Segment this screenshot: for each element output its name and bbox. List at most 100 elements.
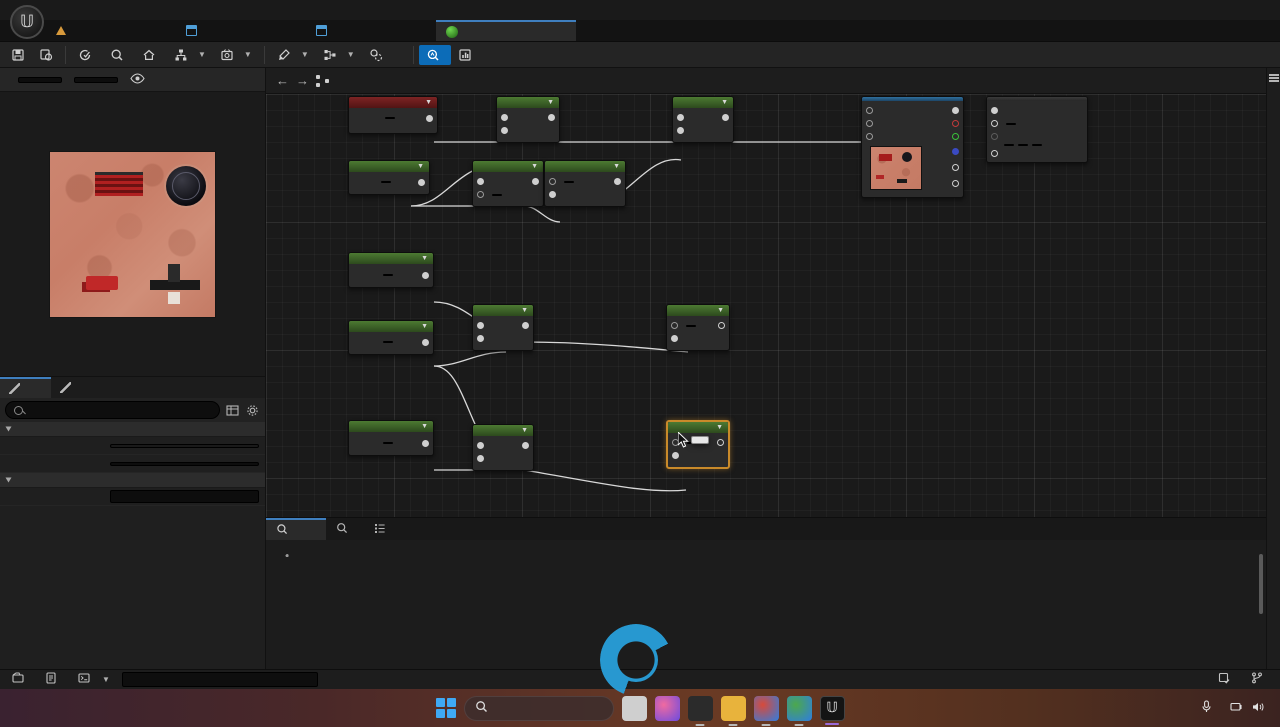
input-pin[interactable] <box>677 127 684 134</box>
node-add-top[interactable]: ▼ <box>672 96 734 143</box>
input-pin[interactable] <box>671 335 678 342</box>
toolbar-overflow-button[interactable] <box>394 52 408 58</box>
preview-y-input[interactable] <box>74 76 118 83</box>
palette-strip[interactable] <box>1266 68 1280 669</box>
taskbar-app-explorer[interactable] <box>720 695 746 726</box>
input-pin[interactable] <box>477 335 484 342</box>
apply-button[interactable] <box>71 45 103 65</box>
tab-parameters[interactable] <box>51 377 85 398</box>
input-pin[interactable] <box>671 322 678 329</box>
texture-thumbnail[interactable] <box>870 146 922 190</box>
section-header[interactable] <box>0 473 265 488</box>
taskbar-app-chrome-1[interactable] <box>753 695 779 726</box>
output-pin[interactable] <box>952 107 959 114</box>
value-input[interactable] <box>380 181 391 183</box>
material-preview-viewport[interactable] <box>0 92 265 376</box>
output-pin[interactable] <box>422 439 429 447</box>
menu-file[interactable] <box>44 8 62 12</box>
output-pin[interactable] <box>426 114 433 122</box>
output-pin[interactable] <box>548 114 555 121</box>
node-param-y[interactable]: ▼ <box>348 252 434 288</box>
input-pin[interactable] <box>672 452 679 459</box>
chevron-down-icon[interactable]: ▼ <box>613 163 620 170</box>
hierarchy-button[interactable]: ▼ <box>167 45 213 65</box>
eye-icon[interactable] <box>130 72 145 87</box>
node-header[interactable]: ▼ <box>349 161 429 172</box>
node-multiply[interactable]: ▼ <box>496 96 560 143</box>
output-pin[interactable] <box>422 338 429 346</box>
node-expand-icon[interactable] <box>866 191 959 192</box>
node-subtract-05[interactable]: ▼ <box>544 160 626 207</box>
taskbar-app-epic[interactable] <box>687 695 713 726</box>
opacity-input[interactable] <box>1006 122 1016 125</box>
output-log-button[interactable] <box>37 670 70 689</box>
node-header[interactable]: ▼ <box>473 425 533 436</box>
chevron-down-icon[interactable]: ▼ <box>421 423 428 430</box>
platform-stats-button[interactable] <box>451 45 483 65</box>
chevron-down-icon[interactable]: ▼ <box>421 323 428 330</box>
node-header[interactable]: ▼ <box>473 161 543 172</box>
output-pin[interactable] <box>952 179 959 187</box>
material-graph-canvas[interactable]: ▼ ▼ ▼ ▼ ▼ ▼ ▼ ▼ ▼ ▼ ▼ ▼ ▼ <box>266 94 1266 517</box>
console-command-input[interactable] <box>121 672 318 687</box>
cmd-button[interactable]: ▼ <box>70 670 118 689</box>
divide-b-input[interactable] <box>492 193 502 196</box>
node-divide-bottom[interactable]: ▼ <box>472 424 534 471</box>
coordinate-index-input[interactable] <box>384 117 395 119</box>
tab-ui[interactable] <box>306 20 436 41</box>
arrow-left-icon[interactable]: ← <box>276 73 289 88</box>
input-pin[interactable] <box>991 107 998 114</box>
input-pin[interactable] <box>477 322 484 329</box>
node-add-mid[interactable]: ▼ <box>666 304 730 351</box>
arrow-right-icon[interactable]: → <box>296 73 309 88</box>
menu-edit[interactable] <box>62 8 80 12</box>
section-header[interactable] <box>0 422 265 437</box>
input-pin[interactable] <box>501 114 508 121</box>
save-button[interactable] <box>4 45 32 65</box>
preview-state-button[interactable]: ▼ <box>316 45 362 65</box>
menu-asset[interactable] <box>80 8 98 12</box>
input-pin[interactable] <box>677 114 684 121</box>
gear-icon[interactable] <box>244 402 260 418</box>
output-pin[interactable] <box>532 178 539 185</box>
menu-window[interactable] <box>98 8 116 12</box>
node-param-x[interactable]: ▼ <box>348 420 434 456</box>
node-divide-2[interactable]: ▼ <box>472 160 544 207</box>
chevron-down-icon[interactable]: ▼ <box>417 163 424 170</box>
taskbar-app-taskview[interactable] <box>621 695 647 721</box>
node-header[interactable]: ▼ <box>668 422 728 433</box>
start-button[interactable] <box>435 698 456 718</box>
chevron-down-icon[interactable]: ▼ <box>721 99 728 106</box>
all-saved-button[interactable] <box>1210 670 1243 689</box>
maximize-button[interactable] <box>1220 0 1250 20</box>
chevron-down-icon[interactable]: ▼ <box>717 307 724 314</box>
output-pin[interactable] <box>952 163 959 171</box>
node-header[interactable]: ▼ <box>667 305 729 316</box>
output-pin[interactable] <box>718 322 725 329</box>
taskbar-search[interactable] <box>463 695 614 721</box>
node-header[interactable]: ▼ <box>349 97 437 108</box>
revision-control-button[interactable] <box>1243 670 1276 689</box>
input-pin[interactable] <box>991 120 998 127</box>
input-pin[interactable] <box>991 150 998 157</box>
output-pin[interactable] <box>418 178 425 186</box>
const-b-input[interactable] <box>110 461 259 466</box>
grid-view-icon[interactable] <box>224 402 240 418</box>
chevron-down-icon[interactable]: ▼ <box>521 427 528 434</box>
input-pin[interactable] <box>477 191 484 198</box>
menu-tools[interactable] <box>116 8 134 12</box>
input-pin[interactable] <box>501 127 508 134</box>
live-update-button[interactable]: ▼ <box>213 45 259 65</box>
menu-help[interactable] <box>134 8 152 12</box>
output-pin[interactable] <box>422 271 429 279</box>
stats-scrollbar[interactable] <box>1259 554 1263 614</box>
node-const-1e04[interactable]: ▼ <box>348 320 434 355</box>
input-pin[interactable] <box>477 442 484 449</box>
node-header[interactable]: ▼ <box>673 97 733 108</box>
add-a-input[interactable] <box>686 324 696 327</box>
node-header[interactable]: ▼ <box>545 161 625 172</box>
chevron-down-icon[interactable]: ▼ <box>547 99 554 106</box>
hide-unrelated-button[interactable] <box>362 45 394 65</box>
tab-minimapwb[interactable] <box>176 20 306 41</box>
tab-find-results[interactable] <box>326 518 364 540</box>
